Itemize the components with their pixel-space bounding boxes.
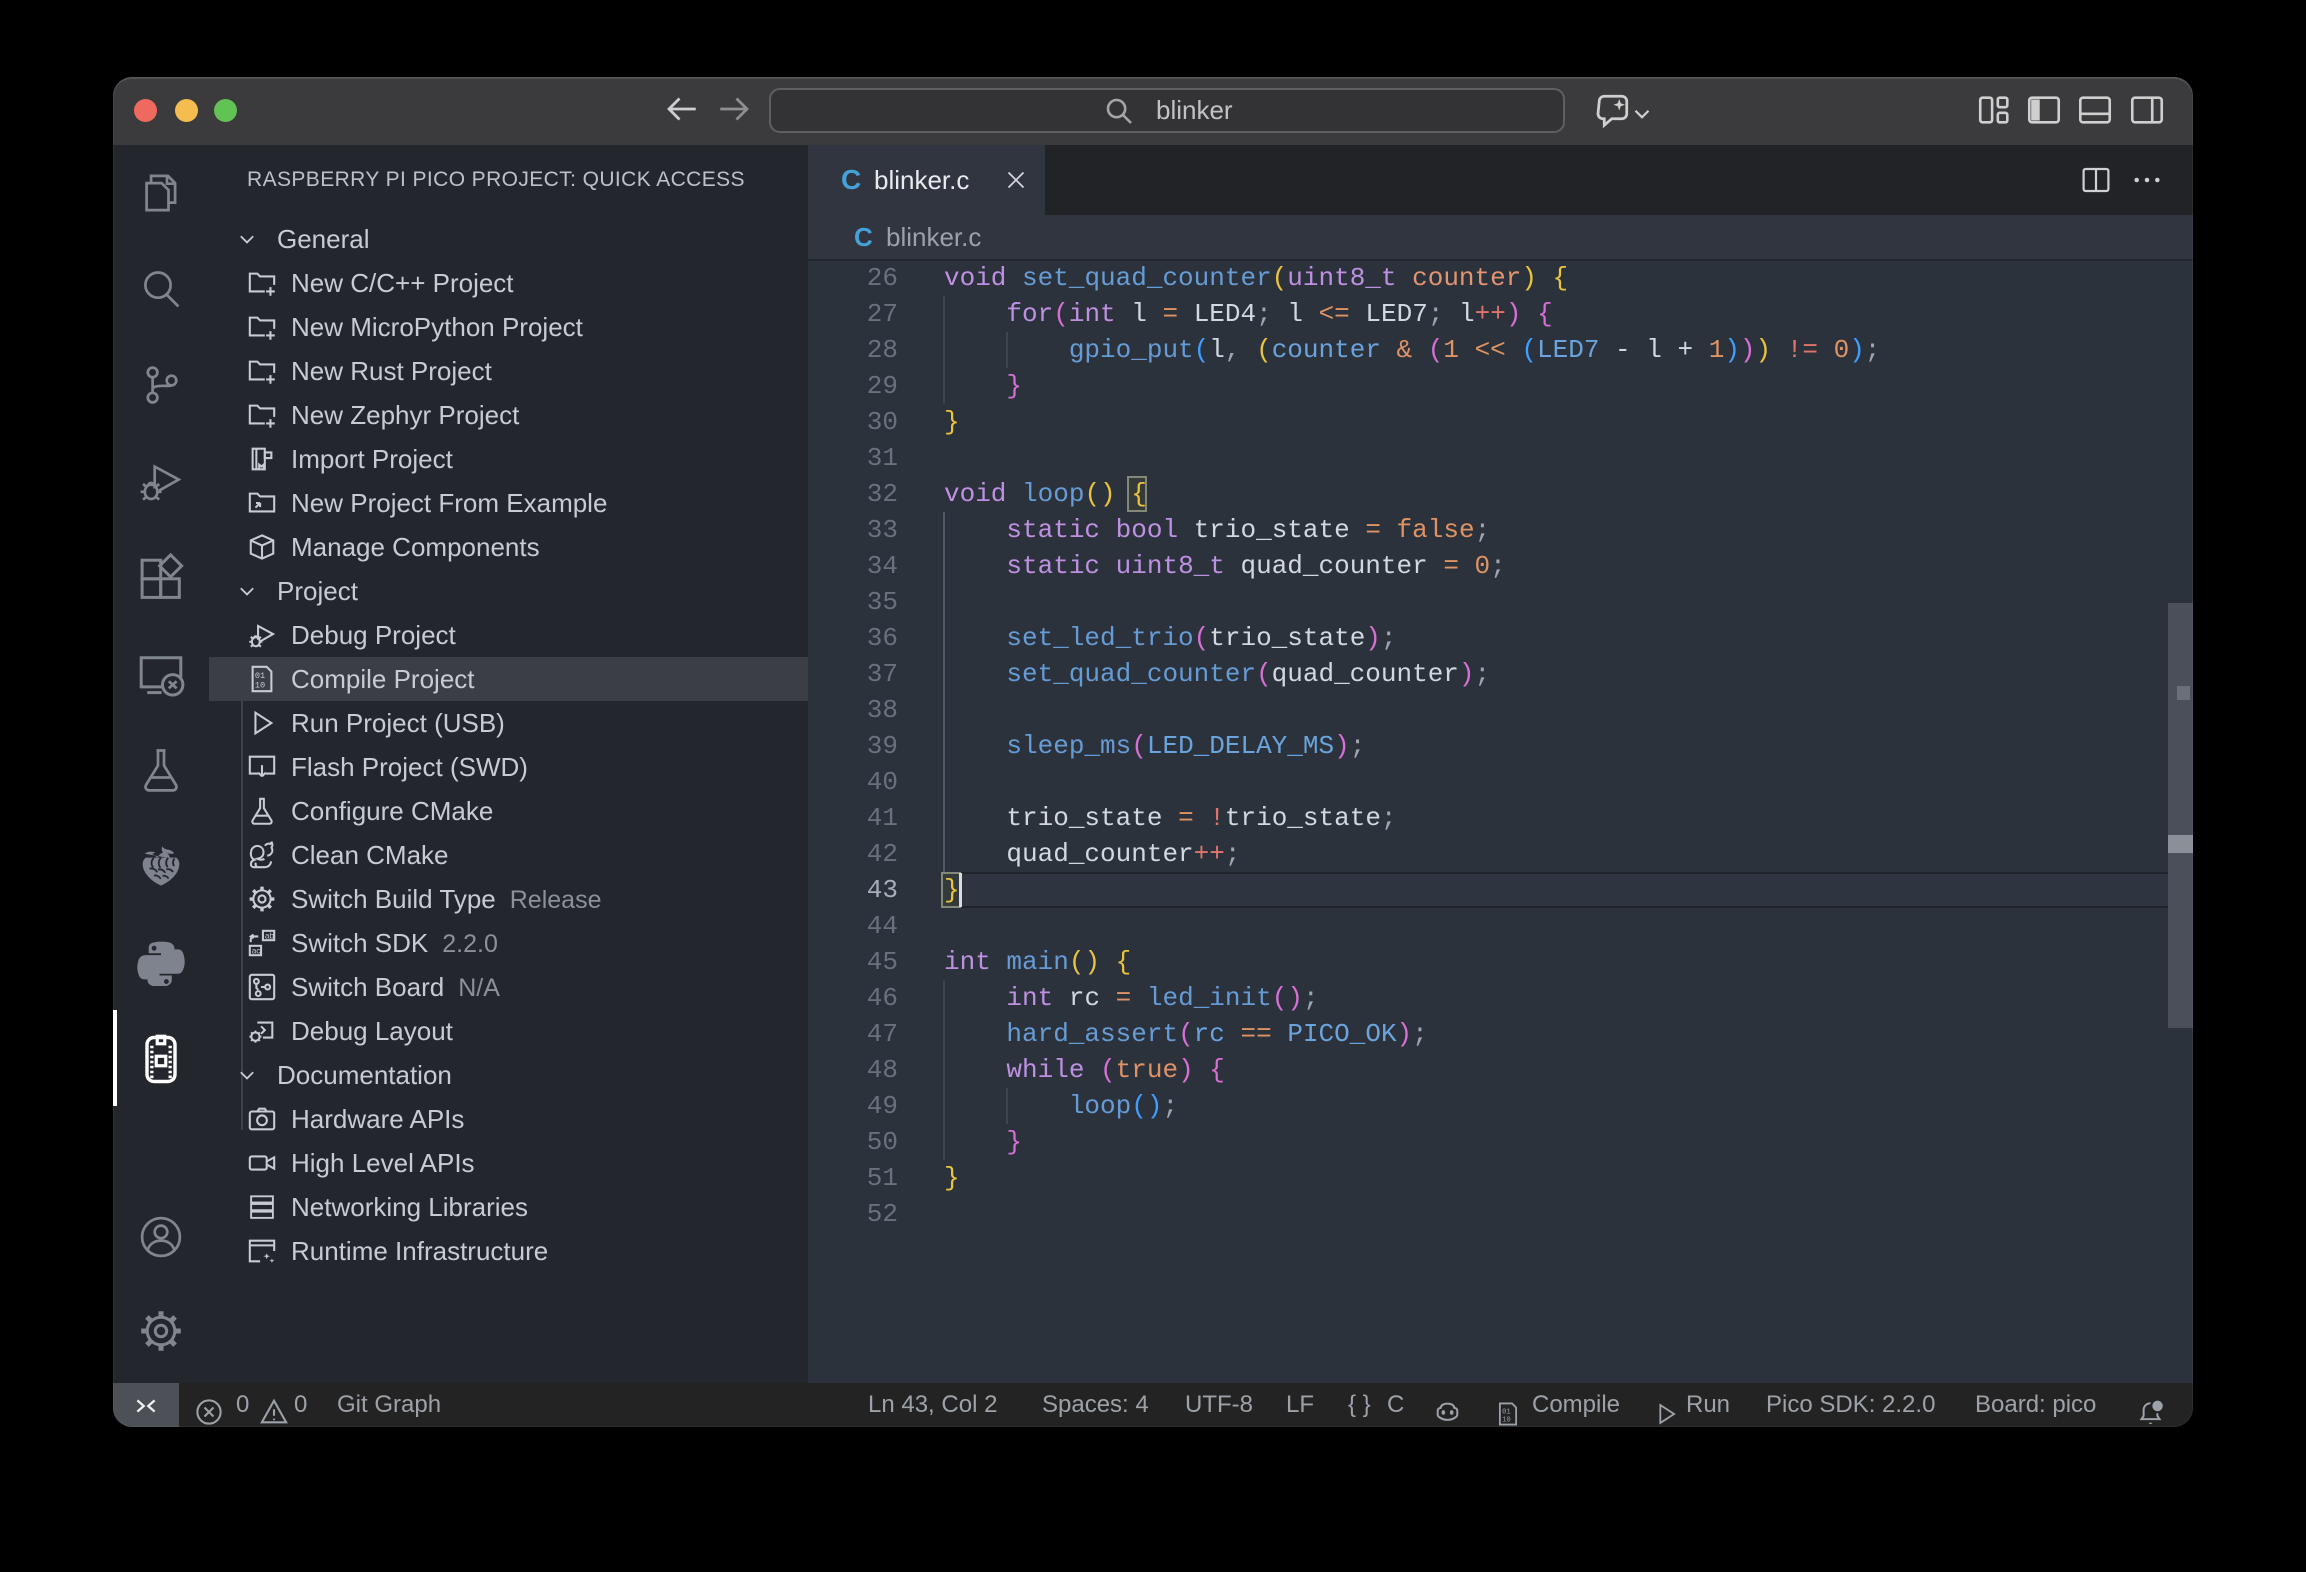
svg-text:01: 01: [1502, 1408, 1511, 1416]
svg-text:ab: ab: [265, 932, 275, 941]
svg-text:10: 10: [255, 680, 265, 690]
svg-text:ac: ac: [252, 947, 261, 956]
svg-text:10: 10: [1502, 1416, 1511, 1424]
